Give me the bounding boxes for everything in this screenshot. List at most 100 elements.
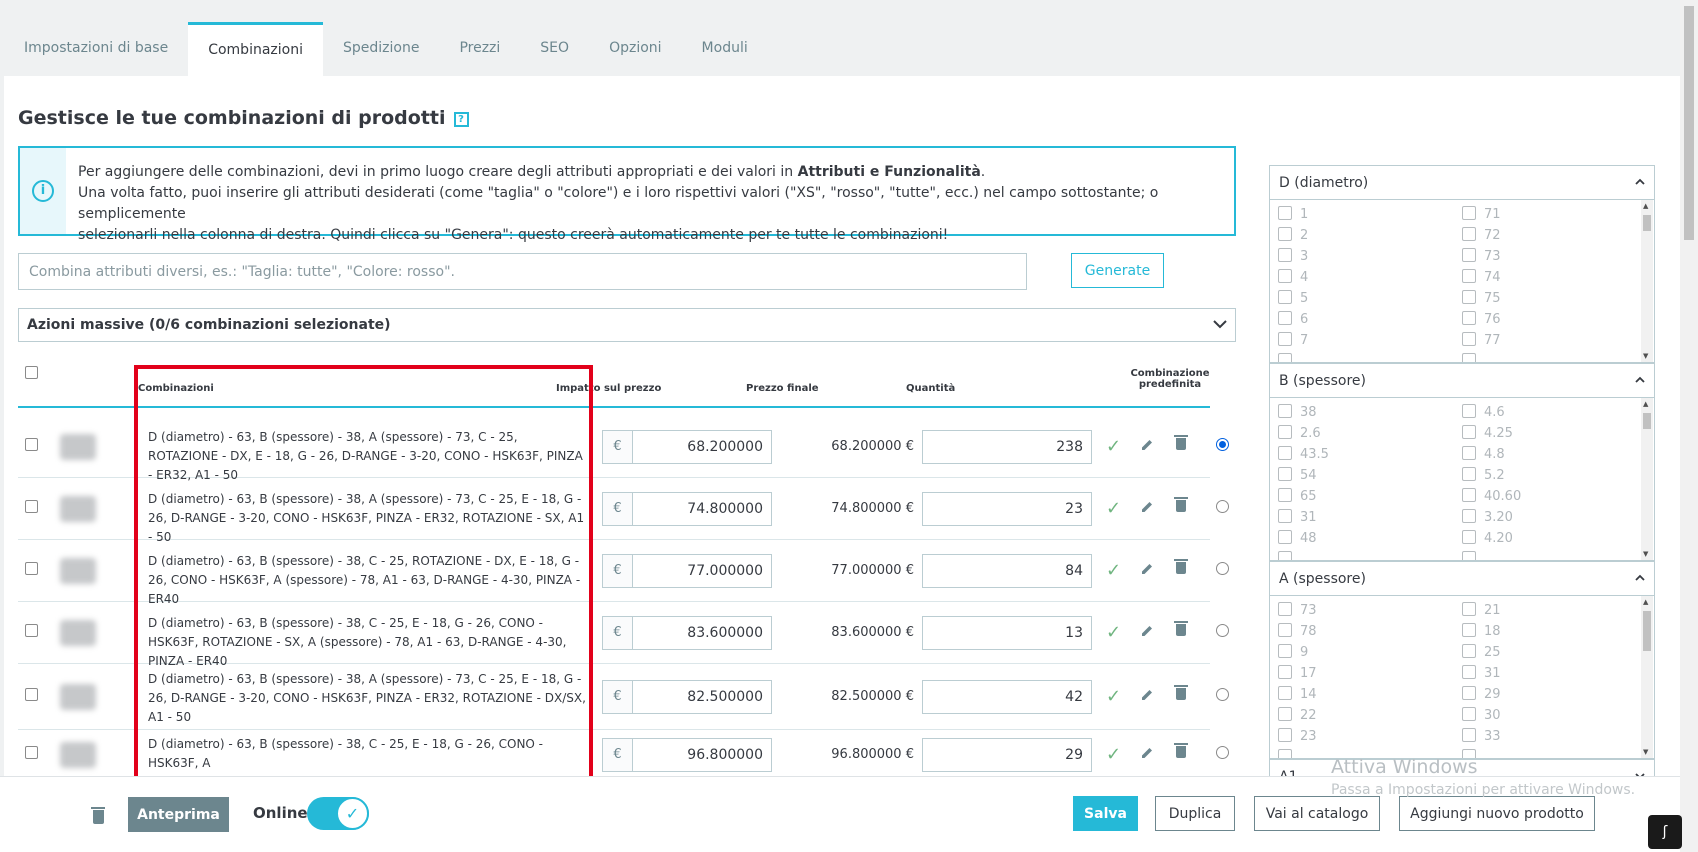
attribute-checkbox[interactable] xyxy=(1462,311,1476,325)
attribute-value-option[interactable]: 2.6 xyxy=(1278,425,1321,441)
price-impact-input[interactable]: €82.500000 xyxy=(602,680,772,714)
add-new-product-button[interactable]: Aggiungi nuovo prodotto xyxy=(1399,796,1595,831)
attribute-panel-header[interactable]: D (diametro) xyxy=(1269,165,1655,200)
attribute-value-option[interactable]: 29 xyxy=(1462,686,1501,702)
scroll-up-icon[interactable]: ▲ xyxy=(1643,400,1648,408)
quantity-input[interactable]: 23 xyxy=(922,492,1092,526)
attribute-checkbox[interactable] xyxy=(1462,623,1476,637)
price-impact-input[interactable]: €96.800000 xyxy=(602,738,772,772)
attribute-checkbox[interactable] xyxy=(1278,227,1292,241)
attribute-value-option[interactable]: 25 xyxy=(1462,644,1501,660)
attributes-link[interactable]: Attributi e Funzionalità xyxy=(798,164,981,180)
attribute-value-option[interactable]: 40.60 xyxy=(1462,488,1521,504)
pencil-icon[interactable] xyxy=(1140,616,1154,650)
help-icon[interactable]: ? xyxy=(453,112,469,127)
attribute-value-option[interactable]: 43.5 xyxy=(1278,446,1329,462)
default-combination-radio[interactable] xyxy=(1216,500,1229,513)
attribute-checkbox[interactable] xyxy=(1462,332,1476,346)
panel-scrollbar[interactable]: ▲ ▼ xyxy=(1641,398,1653,560)
attribute-checkbox[interactable] xyxy=(1278,602,1292,616)
online-toggle[interactable]: ✓ xyxy=(307,797,369,830)
scroll-down-icon[interactable]: ▼ xyxy=(1643,352,1648,360)
attribute-checkbox[interactable] xyxy=(1278,488,1292,502)
attribute-value-option[interactable]: 48 xyxy=(1278,530,1317,546)
panel-scrollbar-thumb[interactable] xyxy=(1643,215,1651,231)
scroll-down-icon[interactable]: ▼ xyxy=(1643,748,1648,756)
row-checkbox[interactable] xyxy=(25,624,38,637)
attribute-value-option[interactable]: 3 xyxy=(1278,248,1308,264)
attribute-checkbox[interactable] xyxy=(1278,290,1292,304)
attribute-checkbox[interactable] xyxy=(1278,404,1292,418)
attribute-checkbox[interactable] xyxy=(1278,248,1292,262)
default-combination-radio[interactable] xyxy=(1216,438,1229,451)
attribute-value-option[interactable]: 9 xyxy=(1278,644,1308,660)
scroll-down-icon[interactable]: ▼ xyxy=(1643,550,1648,558)
pencil-icon[interactable] xyxy=(1140,554,1154,588)
page-scrollbar[interactable] xyxy=(1680,0,1698,852)
attribute-checkbox[interactable] xyxy=(1278,425,1292,439)
attribute-checkbox[interactable] xyxy=(1278,446,1292,460)
attribute-value-option[interactable]: 75 xyxy=(1462,290,1501,306)
panel-scrollbar[interactable]: ▲ ▼ xyxy=(1641,200,1653,362)
attribute-value-option[interactable]: 76 xyxy=(1462,311,1501,327)
attribute-value-option[interactable]: 4.25 xyxy=(1462,425,1513,441)
panel-scrollbar-thumb[interactable] xyxy=(1643,413,1651,429)
attribute-value-option[interactable]: 72 xyxy=(1462,227,1501,243)
attribute-checkbox[interactable] xyxy=(1278,665,1292,679)
trash-icon[interactable] xyxy=(1174,680,1188,714)
attribute-checkbox[interactable] xyxy=(1278,311,1292,325)
attribute-checkbox[interactable] xyxy=(1462,728,1476,742)
attribute-checkbox[interactable] xyxy=(1462,446,1476,460)
pencil-icon[interactable] xyxy=(1140,492,1154,526)
preview-button[interactable]: Anteprima xyxy=(128,797,229,832)
attribute-value-option[interactable]: 74 xyxy=(1462,269,1501,285)
attribute-checkbox[interactable] xyxy=(1462,509,1476,523)
trash-icon[interactable] xyxy=(1174,554,1188,588)
catalog-button[interactable]: Vai al catalogo xyxy=(1254,796,1380,831)
pencil-icon[interactable] xyxy=(1140,680,1154,714)
attribute-value-option[interactable]: 65 xyxy=(1278,488,1317,504)
quantity-input[interactable]: 84 xyxy=(922,554,1092,588)
scroll-up-icon[interactable]: ▲ xyxy=(1643,202,1648,210)
attribute-checkbox[interactable] xyxy=(1462,707,1476,721)
attribute-checkbox[interactable] xyxy=(1278,332,1292,346)
attribute-checkbox[interactable] xyxy=(1462,425,1476,439)
attribute-value-option[interactable]: 4.20 xyxy=(1462,530,1513,546)
attribute-checkbox[interactable] xyxy=(1278,623,1292,637)
attribute-value-option[interactable]: 73 xyxy=(1462,248,1501,264)
attribute-checkbox[interactable] xyxy=(1278,644,1292,658)
quantity-input[interactable]: 42 xyxy=(922,680,1092,714)
attribute-checkbox[interactable] xyxy=(1462,488,1476,502)
attribute-checkbox[interactable] xyxy=(1462,206,1476,220)
attribute-value-option[interactable]: 33 xyxy=(1462,728,1501,744)
attribute-value-option[interactable]: 4 xyxy=(1278,269,1308,285)
attribute-value-option[interactable]: 7 xyxy=(1278,332,1308,348)
attribute-value-option[interactable]: 1 xyxy=(1278,206,1308,222)
default-combination-radio[interactable] xyxy=(1216,688,1229,701)
select-all-checkbox[interactable] xyxy=(25,366,38,379)
pencil-icon[interactable] xyxy=(1140,738,1154,772)
price-impact-input[interactable]: €74.800000 xyxy=(602,492,772,526)
trash-icon[interactable] xyxy=(1174,738,1188,772)
panel-scrollbar-thumb[interactable] xyxy=(1643,611,1651,651)
tab-opzioni[interactable]: Opzioni xyxy=(589,22,681,76)
attribute-value-option[interactable]: 30 xyxy=(1462,707,1501,723)
attribute-value-option[interactable]: 4.8 xyxy=(1462,446,1505,462)
combine-attributes-input[interactable] xyxy=(18,253,1027,290)
attribute-checkbox[interactable] xyxy=(1278,269,1292,283)
tab-spedizione[interactable]: Spedizione xyxy=(323,22,439,76)
attribute-checkbox[interactable] xyxy=(1462,290,1476,304)
tab-impostazioni-di-base[interactable]: Impostazioni di base xyxy=(4,22,188,76)
attribute-value-option[interactable]: 2 xyxy=(1278,227,1308,243)
attribute-value-option[interactable]: 73 xyxy=(1278,602,1317,618)
price-impact-input[interactable]: €77.000000 xyxy=(602,554,772,588)
quantity-input[interactable]: 29 xyxy=(922,738,1092,772)
attribute-checkbox[interactable] xyxy=(1278,206,1292,220)
attribute-checkbox[interactable] xyxy=(1278,509,1292,523)
default-combination-radio[interactable] xyxy=(1216,562,1229,575)
bulk-actions-dropdown[interactable]: Azioni massive (0/6 combinazioni selezio… xyxy=(18,308,1236,342)
attribute-checkbox[interactable] xyxy=(1462,248,1476,262)
quantity-input[interactable]: 238 xyxy=(922,430,1092,464)
attribute-value-option[interactable]: 18 xyxy=(1462,623,1501,639)
price-impact-input[interactable]: €83.600000 xyxy=(602,616,772,650)
